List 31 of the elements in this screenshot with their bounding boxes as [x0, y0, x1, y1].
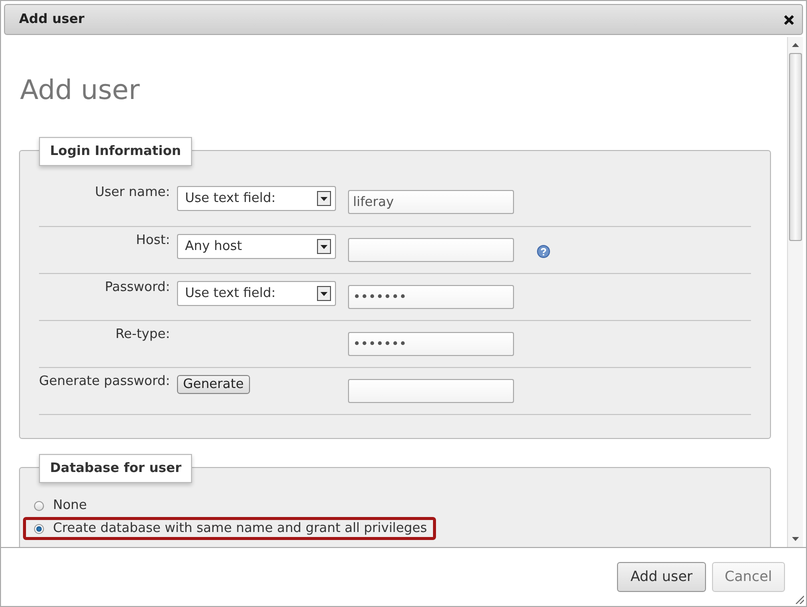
close-icon[interactable]: [784, 14, 794, 24]
text-field[interactable]: [348, 379, 514, 403]
radio-button[interactable]: [34, 500, 44, 510]
scrollbar-thumb[interactable]: [789, 53, 802, 241]
page-heading: Add user: [20, 75, 141, 106]
field-label: Generate password:: [39, 373, 170, 390]
dialog-button[interactable]: Cancel: [712, 562, 785, 592]
text-field[interactable]: •••••••: [348, 285, 514, 309]
field-label: Password:: [104, 279, 170, 296]
scroll-up-icon[interactable]: [792, 43, 799, 47]
radio-button[interactable]: [34, 524, 44, 534]
scrollbar[interactable]: [787, 37, 803, 547]
text-field[interactable]: [348, 238, 514, 262]
dialog-button[interactable]: Add user: [617, 562, 706, 592]
resize-grip-icon[interactable]: [795, 595, 804, 604]
field-label: Re-type:: [114, 326, 170, 343]
dialog-title: Add user: [19, 12, 84, 27]
text-field[interactable]: liferay: [348, 190, 514, 214]
field-label: Host:: [135, 232, 170, 249]
help-icon[interactable]: [537, 245, 550, 258]
fieldset-legend: Login Information: [39, 137, 192, 166]
text-field[interactable]: •••••••: [348, 332, 514, 356]
scroll-down-icon[interactable]: [792, 537, 799, 541]
generate-button[interactable]: Generate: [177, 375, 250, 394]
field-label: User name:: [94, 184, 170, 201]
fieldset-legend: Database for user: [39, 454, 192, 483]
dropdown[interactable]: Use text field:: [177, 186, 336, 211]
option-label: Create database with same name and grant all privileges: [53, 521, 428, 536]
option-label: None: [53, 498, 87, 513]
dropdown[interactable]: Any host: [177, 234, 336, 259]
dropdown[interactable]: Use text field:: [177, 281, 336, 306]
